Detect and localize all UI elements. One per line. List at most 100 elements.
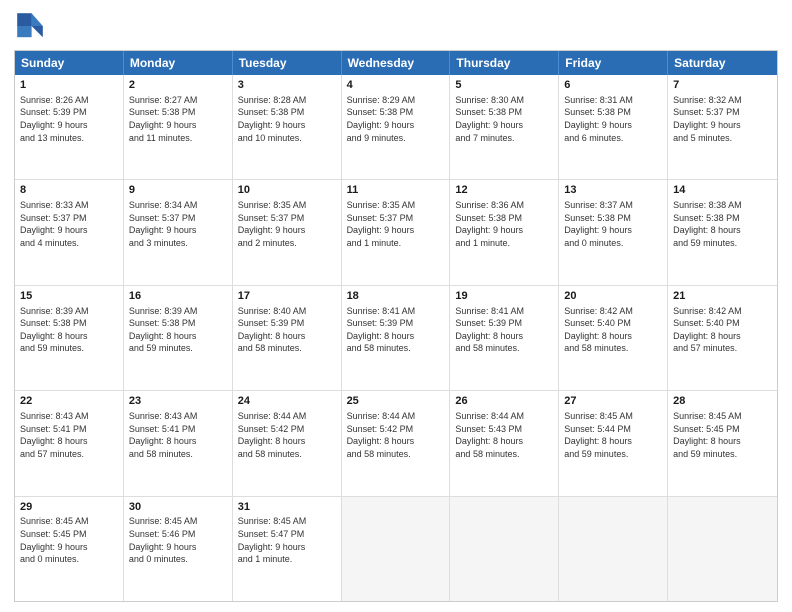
day-info: Sunrise: 8:34 AM Sunset: 5:37 PM Dayligh… [129,199,227,249]
day-cell-3: 3Sunrise: 8:28 AM Sunset: 5:38 PM Daylig… [233,75,342,179]
day-info: Sunrise: 8:29 AM Sunset: 5:38 PM Dayligh… [347,94,445,144]
day-info: Sunrise: 8:26 AM Sunset: 5:39 PM Dayligh… [20,94,118,144]
day-cell-29: 29Sunrise: 8:45 AM Sunset: 5:45 PM Dayli… [15,497,124,601]
day-cell-17: 17Sunrise: 8:40 AM Sunset: 5:39 PM Dayli… [233,286,342,390]
day-cell-21: 21Sunrise: 8:42 AM Sunset: 5:40 PM Dayli… [668,286,777,390]
day-number: 5 [455,78,553,93]
calendar-header: SundayMondayTuesdayWednesdayThursdayFrid… [15,51,777,75]
week-row-3: 15Sunrise: 8:39 AM Sunset: 5:38 PM Dayli… [15,285,777,390]
day-header-sunday: Sunday [15,51,124,75]
day-number: 7 [673,78,772,93]
day-number: 15 [20,289,118,304]
day-cell-7: 7Sunrise: 8:32 AM Sunset: 5:37 PM Daylig… [668,75,777,179]
empty-cell [559,497,668,601]
day-cell-19: 19Sunrise: 8:41 AM Sunset: 5:39 PM Dayli… [450,286,559,390]
day-number: 12 [455,183,553,198]
week-row-4: 22Sunrise: 8:43 AM Sunset: 5:41 PM Dayli… [15,390,777,495]
day-number: 23 [129,394,227,409]
day-cell-1: 1Sunrise: 8:26 AM Sunset: 5:39 PM Daylig… [15,75,124,179]
day-info: Sunrise: 8:32 AM Sunset: 5:37 PM Dayligh… [673,94,772,144]
day-number: 21 [673,289,772,304]
calendar: SundayMondayTuesdayWednesdayThursdayFrid… [14,50,778,602]
day-number: 11 [347,183,445,198]
week-row-1: 1Sunrise: 8:26 AM Sunset: 5:39 PM Daylig… [15,75,777,179]
day-number: 4 [347,78,445,93]
day-cell-22: 22Sunrise: 8:43 AM Sunset: 5:41 PM Dayli… [15,391,124,495]
day-info: Sunrise: 8:31 AM Sunset: 5:38 PM Dayligh… [564,94,662,144]
day-info: Sunrise: 8:44 AM Sunset: 5:42 PM Dayligh… [238,410,336,460]
day-cell-18: 18Sunrise: 8:41 AM Sunset: 5:39 PM Dayli… [342,286,451,390]
day-number: 8 [20,183,118,198]
day-number: 22 [20,394,118,409]
day-info: Sunrise: 8:44 AM Sunset: 5:42 PM Dayligh… [347,410,445,460]
day-info: Sunrise: 8:30 AM Sunset: 5:38 PM Dayligh… [455,94,553,144]
day-info: Sunrise: 8:42 AM Sunset: 5:40 PM Dayligh… [564,305,662,355]
day-number: 3 [238,78,336,93]
day-info: Sunrise: 8:38 AM Sunset: 5:38 PM Dayligh… [673,199,772,249]
day-number: 18 [347,289,445,304]
day-number: 28 [673,394,772,409]
day-cell-23: 23Sunrise: 8:43 AM Sunset: 5:41 PM Dayli… [124,391,233,495]
day-header-wednesday: Wednesday [342,51,451,75]
empty-cell [450,497,559,601]
day-number: 20 [564,289,662,304]
day-info: Sunrise: 8:40 AM Sunset: 5:39 PM Dayligh… [238,305,336,355]
day-info: Sunrise: 8:39 AM Sunset: 5:38 PM Dayligh… [129,305,227,355]
day-cell-12: 12Sunrise: 8:36 AM Sunset: 5:38 PM Dayli… [450,180,559,284]
day-info: Sunrise: 8:37 AM Sunset: 5:38 PM Dayligh… [564,199,662,249]
day-cell-25: 25Sunrise: 8:44 AM Sunset: 5:42 PM Dayli… [342,391,451,495]
day-info: Sunrise: 8:45 AM Sunset: 5:46 PM Dayligh… [129,515,227,565]
day-info: Sunrise: 8:39 AM Sunset: 5:38 PM Dayligh… [20,305,118,355]
day-cell-31: 31Sunrise: 8:45 AM Sunset: 5:47 PM Dayli… [233,497,342,601]
day-header-saturday: Saturday [668,51,777,75]
day-info: Sunrise: 8:35 AM Sunset: 5:37 PM Dayligh… [238,199,336,249]
week-row-5: 29Sunrise: 8:45 AM Sunset: 5:45 PM Dayli… [15,496,777,601]
day-cell-8: 8Sunrise: 8:33 AM Sunset: 5:37 PM Daylig… [15,180,124,284]
day-info: Sunrise: 8:45 AM Sunset: 5:47 PM Dayligh… [238,515,336,565]
day-info: Sunrise: 8:28 AM Sunset: 5:38 PM Dayligh… [238,94,336,144]
day-info: Sunrise: 8:36 AM Sunset: 5:38 PM Dayligh… [455,199,553,249]
logo-icon [14,10,46,42]
header [14,10,778,42]
day-info: Sunrise: 8:33 AM Sunset: 5:37 PM Dayligh… [20,199,118,249]
day-number: 16 [129,289,227,304]
calendar-body: 1Sunrise: 8:26 AM Sunset: 5:39 PM Daylig… [15,75,777,601]
day-header-tuesday: Tuesday [233,51,342,75]
day-cell-11: 11Sunrise: 8:35 AM Sunset: 5:37 PM Dayli… [342,180,451,284]
day-info: Sunrise: 8:43 AM Sunset: 5:41 PM Dayligh… [20,410,118,460]
day-cell-30: 30Sunrise: 8:45 AM Sunset: 5:46 PM Dayli… [124,497,233,601]
day-cell-27: 27Sunrise: 8:45 AM Sunset: 5:44 PM Dayli… [559,391,668,495]
day-info: Sunrise: 8:45 AM Sunset: 5:45 PM Dayligh… [673,410,772,460]
day-info: Sunrise: 8:41 AM Sunset: 5:39 PM Dayligh… [347,305,445,355]
day-number: 25 [347,394,445,409]
day-number: 2 [129,78,227,93]
day-cell-26: 26Sunrise: 8:44 AM Sunset: 5:43 PM Dayli… [450,391,559,495]
day-cell-14: 14Sunrise: 8:38 AM Sunset: 5:38 PM Dayli… [668,180,777,284]
day-header-thursday: Thursday [450,51,559,75]
day-info: Sunrise: 8:45 AM Sunset: 5:45 PM Dayligh… [20,515,118,565]
day-header-monday: Monday [124,51,233,75]
day-number: 9 [129,183,227,198]
day-number: 31 [238,500,336,515]
empty-cell [342,497,451,601]
day-number: 14 [673,183,772,198]
day-info: Sunrise: 8:41 AM Sunset: 5:39 PM Dayligh… [455,305,553,355]
day-info: Sunrise: 8:45 AM Sunset: 5:44 PM Dayligh… [564,410,662,460]
day-cell-20: 20Sunrise: 8:42 AM Sunset: 5:40 PM Dayli… [559,286,668,390]
day-cell-6: 6Sunrise: 8:31 AM Sunset: 5:38 PM Daylig… [559,75,668,179]
day-number: 6 [564,78,662,93]
day-info: Sunrise: 8:44 AM Sunset: 5:43 PM Dayligh… [455,410,553,460]
day-info: Sunrise: 8:43 AM Sunset: 5:41 PM Dayligh… [129,410,227,460]
day-info: Sunrise: 8:35 AM Sunset: 5:37 PM Dayligh… [347,199,445,249]
day-number: 13 [564,183,662,198]
day-number: 26 [455,394,553,409]
day-cell-2: 2Sunrise: 8:27 AM Sunset: 5:38 PM Daylig… [124,75,233,179]
week-row-2: 8Sunrise: 8:33 AM Sunset: 5:37 PM Daylig… [15,179,777,284]
day-cell-13: 13Sunrise: 8:37 AM Sunset: 5:38 PM Dayli… [559,180,668,284]
day-number: 27 [564,394,662,409]
day-number: 29 [20,500,118,515]
day-number: 1 [20,78,118,93]
day-cell-4: 4Sunrise: 8:29 AM Sunset: 5:38 PM Daylig… [342,75,451,179]
day-info: Sunrise: 8:27 AM Sunset: 5:38 PM Dayligh… [129,94,227,144]
day-info: Sunrise: 8:42 AM Sunset: 5:40 PM Dayligh… [673,305,772,355]
